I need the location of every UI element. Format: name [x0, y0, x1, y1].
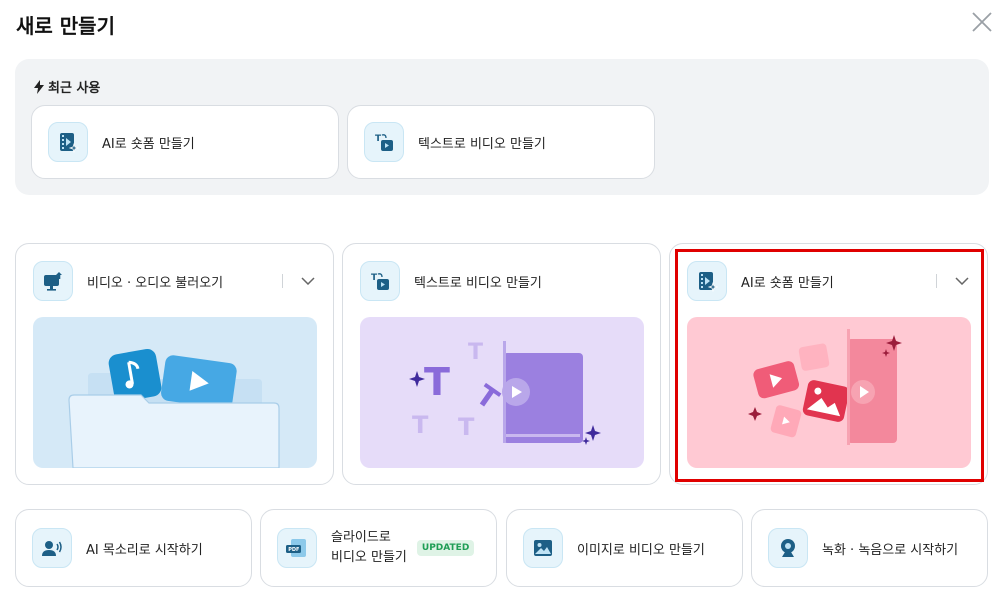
close-icon[interactable] [970, 10, 994, 34]
recent-header: 최근 사용 [34, 77, 100, 96]
voice-icon [32, 528, 72, 568]
svg-text:T: T [375, 134, 382, 144]
monitor-upload-icon [33, 261, 73, 301]
film-sparkle-icon [687, 261, 727, 301]
svg-text:T: T [412, 411, 429, 439]
card-text-to-video[interactable]: T 텍스트로 비디오 만들기 T T T T T [342, 243, 661, 485]
divider [936, 274, 937, 288]
label-line2: 비디오 만들기 [331, 550, 407, 565]
bottom-card-label: 슬라이드로 비디오 만들기 [331, 528, 407, 568]
recent-panel: 최근 사용 AI로 숏폼 만들기 T 텍스트로 비디오 만들기 [15, 59, 989, 195]
recent-item-label: 텍스트로 비디오 만들기 [418, 136, 546, 152]
divider [282, 274, 283, 288]
svg-text:T: T [424, 360, 450, 404]
card-ai-voice[interactable]: AI 목소리로 시작하기 [15, 509, 252, 587]
card-import-video-audio[interactable]: 비디오 · 오디오 불러오기 [15, 243, 334, 485]
card-record[interactable]: 녹화 · 녹음으로 시작하기 [751, 509, 988, 587]
text-to-video-icon: T [360, 261, 400, 301]
chevron-down-icon[interactable] [297, 270, 319, 292]
svg-text:T: T [458, 413, 475, 441]
lightning-icon [34, 79, 44, 94]
webcam-icon [768, 528, 808, 568]
dialog-title: 새로 만들기 [16, 14, 115, 38]
bottom-card-label: 녹화 · 녹음으로 시작하기 [822, 542, 959, 558]
card-label: 비디오 · 오디오 불러오기 [87, 275, 224, 291]
card-ai-shortform[interactable]: AI로 숏폼 만들기 [669, 243, 988, 485]
svg-text:T: T [371, 273, 378, 283]
svg-text:T: T [470, 378, 505, 416]
card-label: AI로 숏폼 만들기 [741, 275, 834, 291]
updated-badge: UPDATED [416, 540, 475, 556]
card-label: 텍스트로 비디오 만들기 [414, 275, 542, 291]
import-illustration [33, 317, 317, 468]
card-slide-to-video[interactable]: PDF 슬라이드로 비디오 만들기 UPDATED [260, 509, 497, 587]
recent-item-ai-shortform[interactable]: AI로 숏폼 만들기 [31, 105, 339, 179]
card-image-to-video[interactable]: 이미지로 비디오 만들기 [506, 509, 743, 587]
svg-text:PDF: PDF [288, 547, 299, 553]
text-to-video-icon: T [364, 122, 404, 162]
label-line1: 슬라이드로 [331, 530, 391, 545]
recent-item-text-to-video[interactable]: T 텍스트로 비디오 만들기 [347, 105, 655, 179]
chevron-down-icon[interactable] [951, 270, 973, 292]
svg-text:T: T [468, 340, 483, 365]
film-sparkle-icon [48, 122, 88, 162]
text-to-video-illustration: T T T T T [360, 317, 644, 468]
recent-item-label: AI로 숏폼 만들기 [102, 136, 195, 152]
bottom-card-label: AI 목소리로 시작하기 [86, 542, 203, 558]
recent-label: 최근 사용 [48, 81, 101, 96]
image-icon [523, 528, 563, 568]
bottom-card-label: 이미지로 비디오 만들기 [577, 542, 705, 558]
pdf-icon: PDF [277, 528, 317, 568]
ai-shortform-illustration [687, 317, 971, 468]
